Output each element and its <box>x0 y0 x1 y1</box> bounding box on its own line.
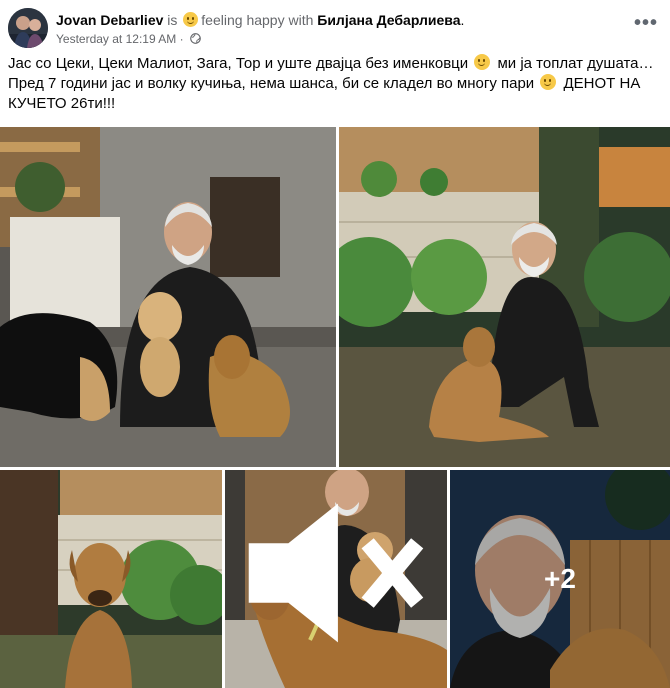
tagged-person[interactable]: Билјана Дебарлиева <box>317 12 460 28</box>
photo-gallery: +2 <box>0 127 670 688</box>
more-options-icon[interactable]: ••• <box>632 12 660 40</box>
author-line: Jovan Debarliev is feeling happy with Би… <box>56 11 464 29</box>
post-header: Jovan Debarliev is feeling happy with Би… <box>8 8 662 48</box>
is-word: is <box>167 12 178 28</box>
meta-separator: · <box>179 32 184 46</box>
text-line-1b: ми ја топлат душата… <box>497 55 654 72</box>
happy-emoji-icon <box>183 12 199 27</box>
photo-1[interactable] <box>0 127 336 467</box>
text-line-3: КУЧЕТО 26ти!!! <box>8 95 116 112</box>
more-photos-overlay[interactable]: +2 <box>450 470 670 688</box>
post-timestamp[interactable]: Yesterday at 12:19 AM <box>56 32 176 46</box>
post-meta: Yesterday at 12:19 AM · <box>56 31 201 47</box>
author-name[interactable]: Jovan Debarliev <box>56 12 163 28</box>
photo-4[interactable] <box>225 470 447 688</box>
smile-emoji-icon <box>540 74 557 90</box>
speaker-muted-icon[interactable] <box>225 470 439 682</box>
photo-5[interactable]: +2 <box>450 470 670 688</box>
author-avatar[interactable] <box>8 8 48 48</box>
end-punct: . <box>460 12 465 28</box>
text-line-2b: ДЕНОТ НА <box>563 75 641 92</box>
post-text: Јас со Цеки, Цеки Малиот, Зага, Тор и уш… <box>8 54 658 114</box>
text-line-2: Пред 7 години јас и волку кучиња, нема ш… <box>8 74 658 94</box>
text-line-2a: Пред 7 години јас и волку кучиња, нема ш… <box>8 75 535 92</box>
globe-icon[interactable] <box>190 33 201 44</box>
text-line-1: Јас со Цеки, Цеки Малиот, Зага, Тор и уш… <box>8 54 658 74</box>
photo-2[interactable] <box>339 127 670 467</box>
feeling-text: feeling happy with <box>201 12 314 28</box>
smile-emoji-icon <box>474 54 491 70</box>
photo-3[interactable] <box>0 470 222 688</box>
text-line-1a: Јас со Цеки, Цеки Малиот, Зага, Тор и уш… <box>8 55 469 72</box>
